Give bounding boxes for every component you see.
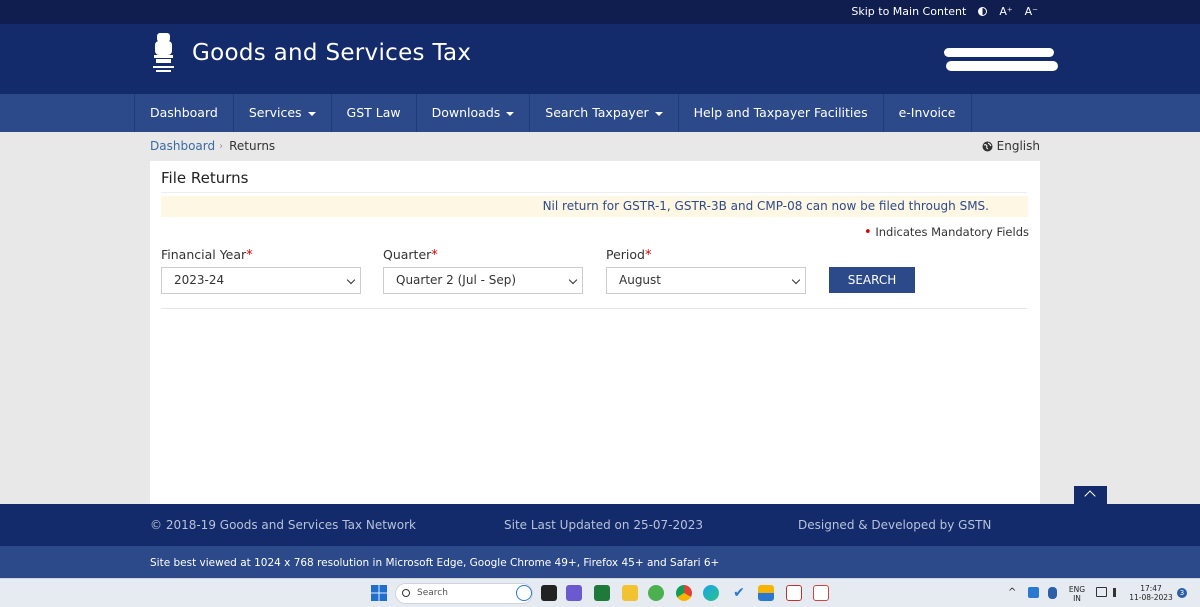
breadcrumb: Dashboard › Returns [150, 139, 275, 153]
divider [161, 192, 1027, 193]
file-returns-panel: File Returns Nil return for GSTR-1, GSTR… [150, 161, 1107, 504]
chrome-icon[interactable] [676, 585, 692, 601]
notification-badge[interactable]: 3 [1177, 588, 1187, 598]
browser-support-text: Site best viewed at 1024 x 768 resolutio… [150, 557, 720, 569]
store-icon[interactable] [758, 585, 774, 601]
footer-browser-note: Site best viewed at 1024 x 768 resolutio… [0, 546, 1200, 578]
breadcrumb-separator: › [219, 140, 224, 152]
designed-by-text: Designed & Developed by GSTN [798, 518, 992, 532]
period-select[interactable]: August [606, 267, 806, 294]
language-selector[interactable]: English [982, 139, 1040, 153]
national-emblem-icon[interactable] [150, 30, 177, 76]
search-icon [402, 589, 410, 597]
nav-downloads[interactable]: Downloads [417, 94, 531, 132]
security-tray-icon[interactable] [1028, 587, 1039, 598]
site-header: Goods and Services Tax [0, 24, 1200, 94]
panel-title: File Returns [161, 169, 249, 187]
financial-year-select[interactable]: 2023-24 [161, 267, 361, 294]
copyright-text: © 2018-19 Goods and Services Tax Network [150, 518, 416, 532]
required-asterisk: • [864, 225, 872, 240]
nav-gst-law[interactable]: GST Law [332, 94, 417, 132]
quarter-select[interactable]: Quarter 2 (Jul - Sep) [383, 267, 583, 294]
sms-notice-banner: Nil return for GSTR-1, GSTR-3B and CMP-0… [161, 196, 1028, 217]
snipping-tool-icon[interactable] [813, 585, 829, 601]
task-view-icon[interactable] [541, 585, 557, 601]
nav-dashboard[interactable]: Dashboard [134, 94, 234, 132]
contrast-toggle-icon[interactable] [978, 7, 988, 16]
footer-main: © 2018-19 Goods and Services Tax Network… [0, 504, 1200, 546]
quarter-label: Quarter* [383, 247, 438, 263]
todo-check-icon[interactable]: ✔ [731, 585, 747, 601]
caret-down-icon [506, 111, 515, 116]
scroll-to-top-button[interactable] [1074, 486, 1107, 504]
teams-chat-icon[interactable] [566, 585, 582, 601]
font-increase-button[interactable]: A⁺ [999, 5, 1012, 18]
language-label: English [996, 139, 1040, 153]
taskbar-search-box[interactable]: Search [395, 583, 533, 604]
network-icon[interactable] [1096, 587, 1107, 597]
file-explorer-icon[interactable] [622, 585, 638, 601]
chevron-up-icon [1084, 490, 1096, 502]
nav-e-invoice[interactable]: e-Invoice [884, 94, 972, 132]
document-app-icon[interactable] [786, 585, 802, 601]
chevron-down-icon [346, 275, 356, 285]
nav-search-taxpayer[interactable]: Search Taxpayer [530, 94, 679, 132]
chevron-down-icon [568, 275, 578, 285]
main-nav: Dashboard Services GST Law Downloads Sea… [0, 94, 1200, 132]
breadcrumb-current: Returns [229, 139, 276, 153]
user-name-redacted[interactable] [940, 46, 1062, 76]
period-label: Period* [606, 247, 652, 263]
os-taskbar: Search ✔ ^ ENG IN 17:47 11-08-2023 3 [0, 578, 1200, 607]
skip-to-main-content-link[interactable]: Skip to Main Content [851, 5, 966, 18]
last-updated-text: Site Last Updated on 25-07-2023 [504, 518, 704, 532]
stocks-app-icon[interactable] [594, 585, 610, 601]
utility-bar: Skip to Main Content A⁺ A⁻ [0, 0, 1200, 24]
windows-start-icon[interactable] [371, 585, 387, 601]
input-language-indicator[interactable]: ENG IN [1068, 585, 1086, 603]
divider [161, 308, 1027, 309]
mandatory-fields-note: • Indicates Mandatory Fields [864, 225, 1029, 240]
caret-down-icon [654, 111, 663, 116]
breadcrumb-dashboard-link[interactable]: Dashboard [150, 139, 215, 153]
clock[interactable]: 17:47 11-08-2023 [1129, 584, 1173, 602]
globe-icon [982, 141, 993, 151]
financial-year-label: Financial Year* [161, 247, 253, 263]
bluetooth-icon[interactable] [1048, 587, 1057, 599]
nav-services[interactable]: Services [234, 94, 332, 132]
volume-icon[interactable] [1113, 588, 1122, 597]
caret-down-icon [307, 111, 316, 116]
chevron-down-icon [791, 275, 801, 285]
maps-app-icon[interactable] [648, 585, 664, 601]
edge-icon[interactable] [703, 585, 719, 601]
nav-help-taxpayer-facilities[interactable]: Help and Taxpayer Facilities [679, 94, 884, 132]
search-button[interactable]: SEARCH [829, 267, 915, 293]
font-decrease-button[interactable]: A⁻ [1025, 5, 1038, 18]
bing-icon[interactable] [516, 585, 532, 601]
site-title[interactable]: Goods and Services Tax [192, 40, 471, 66]
tray-overflow-chevron-icon[interactable]: ^ [1008, 588, 1016, 598]
